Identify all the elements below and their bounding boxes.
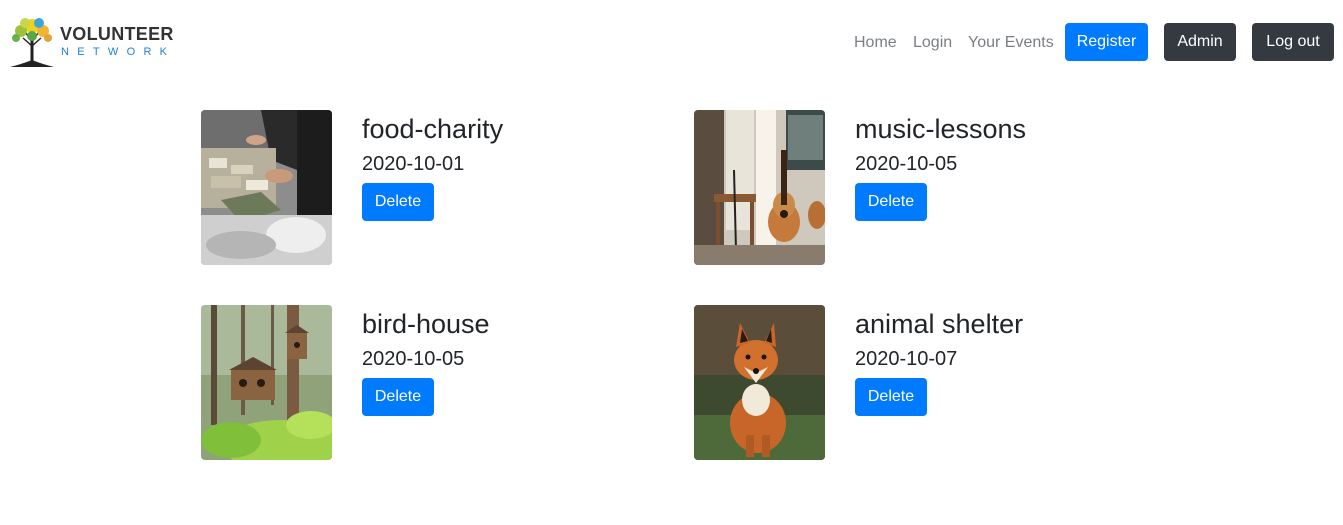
event-card: bird-house 2020-10-05 Delete	[201, 305, 621, 461]
event-title: animal shelter	[855, 309, 1024, 339]
admin-button[interactable]: Admin	[1164, 23, 1236, 61]
brand-logo[interactable]: VOLUNTEER NETWORK	[8, 16, 188, 68]
nav-login-link[interactable]: Login	[913, 33, 952, 53]
event-card: food-charity 2020-10-01 Delete	[201, 110, 621, 266]
delete-button[interactable]: Delete	[362, 183, 434, 221]
nav-your-events-link[interactable]: Your Events	[968, 33, 1054, 53]
register-button[interactable]: Register	[1065, 23, 1148, 61]
event-date: 2020-10-07	[855, 348, 958, 370]
event-card: music-lessons 2020-10-05 Delete	[694, 110, 1114, 266]
event-card: animal shelter 2020-10-07 Delete	[694, 305, 1114, 461]
tree-logo-icon	[10, 18, 54, 67]
event-image-food-charity	[201, 110, 332, 265]
navbar: VOLUNTEER NETWORK Home Login Your Events…	[0, 0, 1343, 84]
event-date: 2020-10-05	[855, 153, 958, 175]
delete-button[interactable]: Delete	[855, 183, 927, 221]
event-image-animal-shelter	[694, 305, 825, 460]
nav-home-link[interactable]: Home	[854, 33, 897, 53]
event-title: food-charity	[362, 114, 504, 144]
event-image-music-lessons	[694, 110, 825, 265]
logout-button[interactable]: Log out	[1252, 23, 1334, 61]
event-image-bird-house	[201, 305, 332, 460]
brand-title: VOLUNTEER	[60, 24, 174, 44]
event-title: bird-house	[362, 309, 490, 339]
delete-button[interactable]: Delete	[362, 378, 434, 416]
brand-subtitle: NETWORK	[61, 46, 176, 58]
event-date: 2020-10-05	[362, 348, 465, 370]
event-title: music-lessons	[855, 114, 1027, 144]
delete-button[interactable]: Delete	[855, 378, 927, 416]
event-date: 2020-10-01	[362, 153, 465, 175]
